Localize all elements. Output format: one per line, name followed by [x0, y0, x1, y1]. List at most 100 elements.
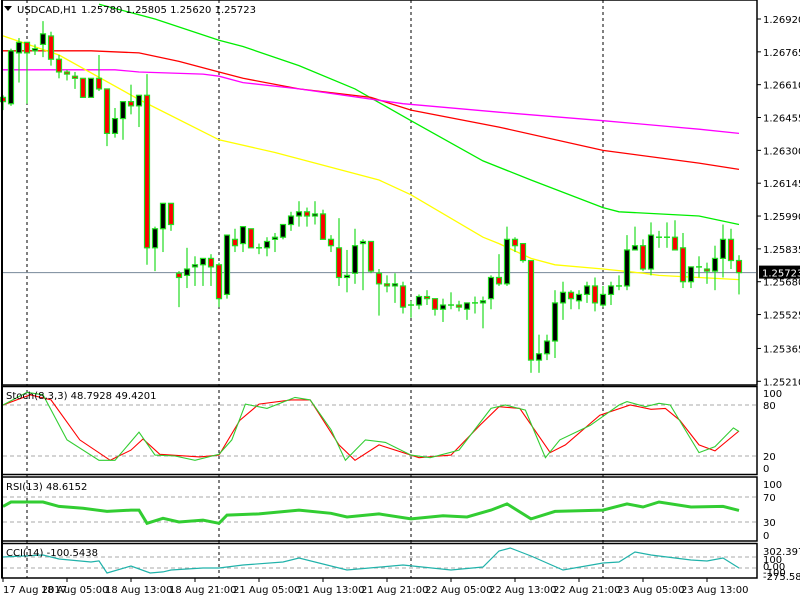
time-axis-label: 21 Aug 21:00 — [361, 585, 428, 596]
price-axis-label: 1.26765 — [763, 48, 800, 59]
candle-body — [623, 249, 631, 287]
candle-body — [327, 238, 335, 247]
candle-body — [463, 302, 471, 310]
price-axis-label: 1.26610 — [763, 81, 800, 92]
candle-body — [215, 264, 223, 300]
candle-body — [303, 211, 311, 217]
candle-body — [39, 33, 47, 46]
candle-body — [223, 234, 231, 296]
candle — [367, 240, 375, 274]
time-axis-label: 23 Aug 13:00 — [681, 585, 748, 596]
candle-body — [207, 257, 215, 268]
candle-body — [631, 245, 639, 251]
price-axis-label: 1.26920 — [763, 15, 800, 26]
candle-body — [719, 238, 727, 260]
price-axis-label: 1.26145 — [763, 179, 800, 190]
candle-body — [7, 50, 15, 105]
candle-body — [111, 117, 119, 135]
rsi-level-label: 70 — [763, 493, 776, 504]
candle-body — [679, 247, 687, 283]
candle-body — [375, 272, 383, 285]
candle-body — [591, 285, 599, 304]
candle-body — [79, 77, 87, 98]
candle-body — [263, 240, 271, 249]
candle-body — [271, 236, 279, 240]
time-axis-label: 23 Aug 05:00 — [617, 585, 684, 596]
candle-body — [599, 293, 607, 306]
candle-body — [231, 238, 239, 247]
candle-body — [343, 274, 351, 279]
candle-body — [735, 259, 743, 274]
candle-body — [95, 77, 103, 90]
candle-body — [727, 238, 735, 262]
candle-body — [575, 293, 583, 302]
candle-body — [135, 94, 143, 107]
candle-body — [391, 283, 399, 287]
candle-body — [439, 304, 447, 310]
candle — [527, 259, 535, 373]
stochastic-level-label: 0 — [763, 464, 769, 475]
candle-body — [247, 228, 255, 249]
candle-body — [487, 276, 495, 300]
cci-level-label: -275.5808 — [763, 572, 800, 583]
stochastic-level-label: 100 — [763, 389, 782, 400]
stoch-label: Stoch(8,3,3) 48.7928 49.4201 — [6, 391, 157, 402]
time-axis-label: 22 Aug 13:00 — [489, 585, 556, 596]
candle-body — [711, 257, 719, 272]
candle-body — [71, 75, 79, 79]
price-axis-label: 1.25990 — [763, 212, 800, 223]
candle-body — [199, 257, 207, 266]
chart-header: USDCAD,H1 1.25780 1.25805 1.25620 1.2572… — [4, 5, 256, 16]
candle — [319, 209, 327, 240]
ohlc-readout: 1.25780 1.25805 1.25620 1.25723 — [81, 5, 256, 16]
candle-body — [647, 234, 655, 270]
candle-body — [87, 77, 95, 98]
time-axis-label: 21 Aug 05:00 — [233, 585, 300, 596]
candle-body — [551, 302, 559, 342]
candle-body — [495, 276, 503, 285]
candle — [519, 242, 527, 263]
candle-body — [367, 240, 375, 272]
candle-body — [311, 213, 319, 217]
candle — [223, 234, 231, 299]
time-axis-label: 18 Aug 05:00 — [41, 585, 108, 596]
candle-body — [503, 238, 511, 285]
candle-body — [191, 264, 199, 268]
rsi-level-label: 30 — [763, 518, 776, 529]
candle-body — [287, 215, 295, 226]
cci-label: CCI(14) -100.5438 — [6, 548, 98, 559]
candle-body — [23, 41, 31, 54]
candle-body — [519, 242, 527, 262]
candle-body — [423, 295, 431, 300]
candle-body — [63, 71, 71, 75]
candle-body — [119, 101, 127, 120]
candle-body — [239, 226, 247, 245]
last-price-label: 1.25723 — [762, 269, 800, 280]
stochastic-level-label: 80 — [763, 401, 776, 412]
candle-body — [583, 285, 591, 296]
candle-body — [295, 211, 303, 217]
candle — [79, 77, 87, 98]
candle-body — [479, 300, 487, 304]
time-axis-label: 22 Aug 21:00 — [553, 585, 620, 596]
rsi-level-label: 0 — [763, 531, 769, 542]
candle-body — [159, 202, 167, 230]
candle-body — [671, 236, 679, 251]
candle-body — [167, 202, 175, 226]
price-axis-label: 1.26455 — [763, 114, 800, 125]
trading-chart[interactable]: 1.26920 1.26765 1.26610 1.26455 1.26300 1.261… — [0, 0, 800, 600]
candle-body — [527, 259, 535, 361]
candle-body — [279, 223, 287, 238]
rsi-label: RSI(13) 48.6152 — [6, 482, 87, 493]
candle-body — [103, 88, 111, 135]
candle-body — [319, 213, 327, 240]
candle-body — [351, 245, 359, 274]
candle-body — [455, 304, 463, 308]
candle-body — [543, 340, 551, 355]
symbol-label: USDCAD,H1 — [17, 5, 77, 16]
price-axis-label: 1.26300 — [763, 146, 800, 157]
candle-body — [183, 268, 191, 276]
candle-body — [399, 285, 407, 308]
candle-body — [335, 247, 343, 279]
candle-body — [127, 101, 135, 107]
